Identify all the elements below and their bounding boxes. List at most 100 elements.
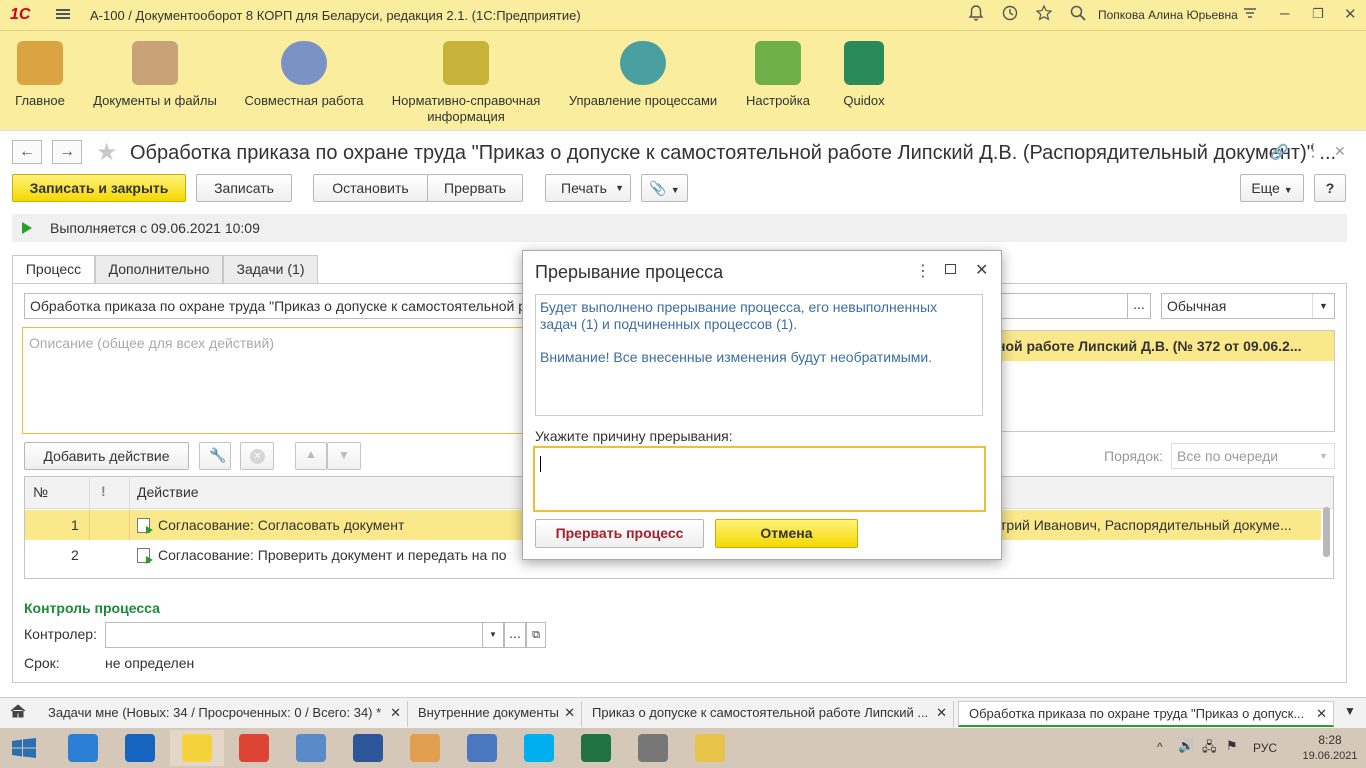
taskbar-1c-icon[interactable] (170, 730, 224, 766)
taskbar-chrome-icon[interactable] (227, 730, 281, 766)
move-up-button[interactable]: ▲ (295, 442, 327, 470)
minimize-icon[interactable]: – (1280, 3, 1289, 23)
sections-panel: Главное Документы и файлы Совместная раб… (0, 31, 1366, 131)
favorites-star-icon[interactable] (1035, 4, 1053, 26)
abort-button[interactable]: Прервать (427, 174, 523, 202)
description-field[interactable]: Описание (общее для всех действий) (22, 327, 532, 434)
subject-select-button[interactable]: ... (1127, 293, 1151, 319)
save-button[interactable]: Записать (196, 174, 292, 202)
clock-date[interactable]: 19.06.2021 (1302, 750, 1358, 762)
importance-select[interactable]: Обычная ▼ (1161, 293, 1335, 319)
flag-icon[interactable]: ⚑ (1226, 738, 1238, 754)
taskbar-ie-icon[interactable] (56, 730, 110, 766)
column-importance[interactable]: ! (101, 483, 106, 499)
taskbar-excel-icon[interactable] (569, 730, 623, 766)
form-close-icon[interactable]: ✕ (1334, 143, 1346, 160)
language-indicator[interactable]: РУС (1253, 741, 1277, 755)
move-down-button[interactable]: ▼ (327, 442, 361, 470)
print-button[interactable]: Печать ▼ (545, 174, 631, 202)
title-bar: 1С А-100 / Документооборот 8 КОРП для Бе… (0, 0, 1366, 31)
maximize-icon[interactable] (945, 264, 956, 274)
forward-button[interactable]: → (52, 140, 82, 164)
controller-select-button[interactable]: ... (504, 622, 526, 648)
more-vertical-icon[interactable]: ⋮ (1304, 140, 1322, 161)
link-icon[interactable]: 🔗 (1270, 143, 1289, 161)
taskbar-mail-icon[interactable] (455, 730, 509, 766)
back-button[interactable]: ← (12, 140, 42, 164)
skype-icon (524, 734, 554, 762)
open-window-processing[interactable]: Обработка приказа по охране труда "Прика… (958, 701, 1334, 727)
close-icon[interactable]: ✕ (1316, 702, 1327, 725)
start-windows-icon[interactable] (12, 738, 36, 758)
performer-settings-button[interactable]: 🔧 (199, 442, 231, 470)
taskbar-scanner-icon[interactable] (284, 730, 338, 766)
close-icon[interactable]: ✕ (936, 701, 947, 725)
delete-action-button[interactable]: ✕ (240, 442, 274, 470)
tab-process[interactable]: Процесс (12, 255, 95, 284)
dropdown-arrow-icon: ▼ (1319, 451, 1328, 461)
taskbar-skype-icon[interactable] (512, 730, 566, 766)
section-documents[interactable]: Документы и файлы (90, 41, 220, 109)
settings-menu-icon[interactable] (1242, 5, 1258, 26)
reason-input[interactable] (533, 446, 986, 512)
history-icon[interactable] (1002, 5, 1018, 26)
section-main[interactable]: Главное (10, 41, 70, 109)
print-label: Печать (561, 180, 607, 196)
column-action[interactable]: Действие (137, 484, 199, 500)
tray-up-icon[interactable]: ^ (1157, 740, 1163, 754)
stop-button[interactable]: Остановить (313, 174, 428, 202)
taskbar-device-icon[interactable] (626, 730, 680, 766)
subject-reference-header[interactable]: ной работе Липский Д.В. (№ 372 от 09.06.… (987, 331, 1334, 361)
more-button[interactable]: Еще ▼ (1240, 174, 1304, 202)
close-icon[interactable]: ✕ (564, 701, 575, 725)
help-button[interactable]: ? (1314, 174, 1346, 202)
tab-tasks[interactable]: Задачи (1) (223, 255, 318, 283)
section-reference[interactable]: Нормативно-справочная информация (388, 41, 544, 125)
search-icon[interactable] (1070, 5, 1086, 26)
home-page-icon[interactable] (10, 703, 26, 724)
open-window-tasks[interactable]: Задачи мне (Новых: 34 / Просроченных: 0 … (38, 701, 408, 727)
taskbar-explorer-icon[interactable] (683, 730, 737, 766)
taskbar-word-icon[interactable] (341, 730, 395, 766)
taskbar-paint-icon[interactable] (398, 730, 452, 766)
bell-icon[interactable] (968, 5, 984, 26)
main-menu-icon[interactable] (56, 7, 70, 21)
save-and-close-button[interactable]: Записать и закрыть (12, 174, 186, 202)
add-action-button[interactable]: Добавить действие (24, 442, 189, 470)
scroll-thumb[interactable] (1323, 507, 1330, 557)
volume-icon[interactable]: 🔊 (1178, 738, 1194, 754)
taskbar-outlook-icon[interactable] (113, 730, 167, 766)
window-label: Задачи мне (Новых: 34 / Просроченных: 0 … (48, 705, 382, 720)
open-window-internal-docs[interactable]: Внутренние документы ✕ (408, 701, 582, 727)
user-name[interactable]: Попкова Алина Юрьевна (1098, 8, 1238, 22)
table-scrollbar[interactable] (1321, 499, 1333, 577)
abort-process-button[interactable]: Прервать процесс (535, 519, 704, 548)
open-window-order[interactable]: Приказ о допуске к самостоятельной работ… (582, 701, 954, 727)
order-select[interactable]: Все по очереди ▼ (1171, 443, 1335, 469)
section-processes[interactable]: Управление процессами (565, 41, 721, 109)
favorite-star-icon[interactable]: ★ (96, 138, 118, 167)
tab-additional[interactable]: Дополнительно (95, 255, 223, 283)
explorer-icon (695, 734, 725, 762)
controller-dropdown-icon[interactable]: ▼ (482, 622, 504, 648)
controller-field[interactable] (105, 622, 505, 648)
dialog-message: Будет выполнено прерывание процесса, его… (540, 299, 938, 332)
section-quidox[interactable]: Quidox (838, 41, 890, 109)
delete-icon: ✕ (250, 449, 265, 464)
home-icon (17, 41, 63, 85)
more-vertical-icon[interactable]: ⋮ (915, 261, 931, 281)
cancel-button[interactable]: Отмена (715, 519, 858, 548)
network-icon[interactable]: 🖧 (1202, 738, 1217, 760)
controller-open-icon[interactable]: ⧉ (526, 622, 546, 648)
section-settings[interactable]: Настройка (742, 41, 814, 109)
clock-time[interactable]: 8:28 (1302, 733, 1358, 747)
restore-icon[interactable]: ❐ (1312, 6, 1324, 22)
dialog-close-icon[interactable]: ✕ (975, 260, 988, 280)
section-collaboration[interactable]: Совместная работа (240, 41, 368, 109)
windows-list-icon[interactable]: ▼ (1344, 704, 1356, 718)
close-icon[interactable]: ✕ (1344, 5, 1357, 23)
close-icon[interactable]: ✕ (390, 701, 401, 725)
column-number[interactable]: № (33, 484, 48, 500)
quidox-icon (844, 41, 884, 85)
attachments-button[interactable]: 📎 ▼ (641, 174, 688, 202)
